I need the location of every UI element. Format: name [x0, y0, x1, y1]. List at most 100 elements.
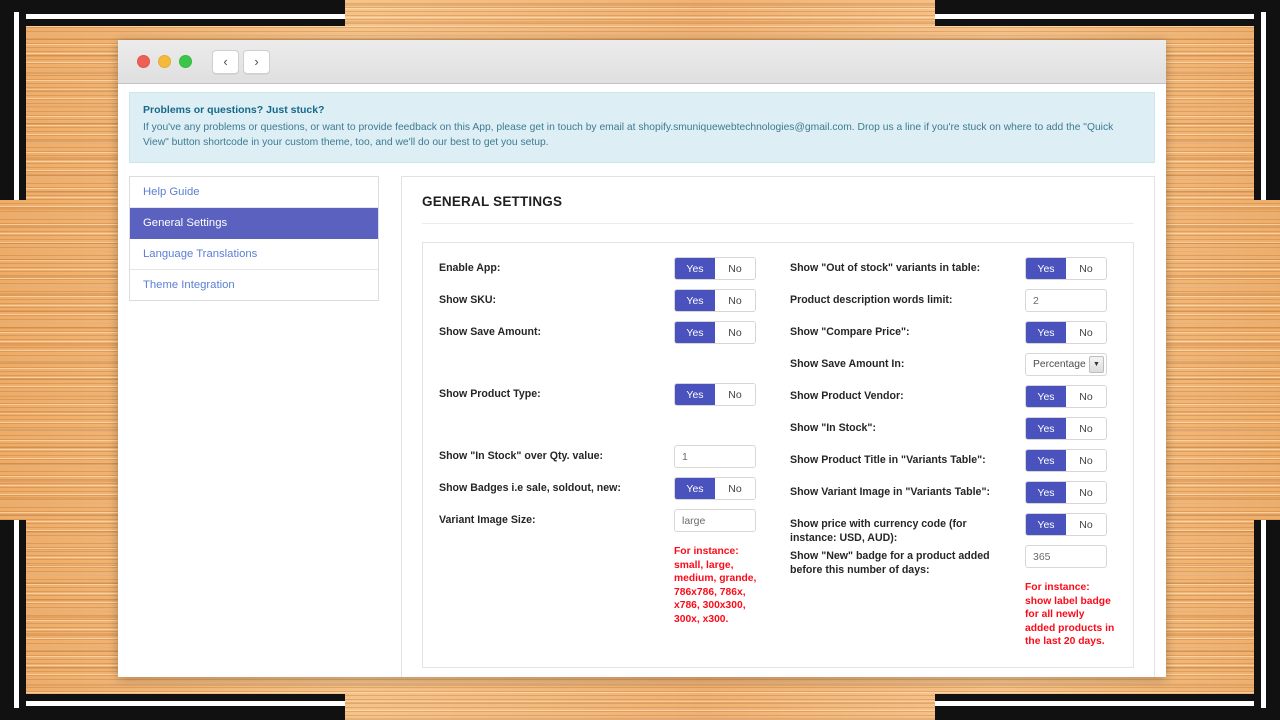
back-button[interactable]: ‹ — [212, 50, 239, 74]
setting-label: Show SKU: — [439, 289, 674, 307]
right-hint-wrap: For instance: show label badge for all n… — [790, 577, 1117, 649]
setting-label: Show "In Stock": — [790, 417, 1025, 435]
setting-control: YesNo — [1025, 321, 1117, 344]
setting-control: YesNo — [1025, 385, 1117, 408]
toggle-option-no[interactable]: No — [715, 322, 755, 343]
browser-titlebar: ‹ › + — [118, 40, 1166, 84]
setting-control: YesNo — [674, 257, 766, 280]
toggle-option-no[interactable]: No — [1066, 514, 1106, 535]
setting-row: Show Product Type:YesNo — [439, 383, 766, 415]
setting-control: YesNo — [674, 477, 766, 500]
toggle-yes-no[interactable]: YesNo — [1025, 385, 1107, 408]
setting-row: Enable App:YesNo — [439, 257, 766, 289]
toggle-yes-no[interactable]: YesNo — [1025, 257, 1107, 280]
navigation-buttons: ‹ › — [212, 50, 270, 74]
setting-label: Show "New" badge for a product added bef… — [790, 545, 1025, 577]
toggle-option-no[interactable]: No — [715, 384, 755, 405]
setting-row: Variant Image Size: — [439, 509, 766, 541]
content-columns: Help GuideGeneral Settings Language Trans… — [118, 163, 1166, 677]
setting-row: Show Save Amount In:Percentage▼ — [790, 353, 1117, 385]
setting-control: YesNo — [1025, 417, 1117, 440]
toggle-option-yes[interactable]: Yes — [1026, 482, 1066, 503]
toggle-yes-no[interactable]: YesNo — [1025, 321, 1107, 344]
toggle-yes-no[interactable]: YesNo — [674, 257, 756, 280]
setting-row: Show Product Vendor:YesNo — [790, 385, 1117, 417]
toggle-option-no[interactable]: No — [1066, 482, 1106, 503]
toggle-option-no[interactable]: No — [715, 258, 755, 279]
setting-control: YesNo — [1025, 257, 1117, 280]
row-spacer — [439, 353, 766, 383]
sidebar-item-help-guide[interactable]: Help Guide — [130, 177, 378, 208]
toggle-yes-no[interactable]: YesNo — [674, 289, 756, 312]
setting-control: YesNo — [674, 289, 766, 312]
minimize-window-icon[interactable] — [158, 55, 171, 68]
toggle-yes-no[interactable]: YesNo — [674, 477, 756, 500]
toggle-option-yes[interactable]: Yes — [1026, 322, 1066, 343]
setting-control — [1025, 289, 1117, 312]
setting-row: Show Badges i.e sale, soldout, new:YesNo — [439, 477, 766, 509]
toggle-yes-no[interactable]: YesNo — [1025, 513, 1107, 536]
chevron-down-icon[interactable]: ▼ — [1089, 356, 1104, 373]
setting-row: Show "Out of stock" variants in table:Ye… — [790, 257, 1117, 289]
toggle-option-no[interactable]: No — [1066, 322, 1106, 343]
settings-panel: GENERAL SETTINGS Enable App:YesNoShow SK… — [401, 176, 1155, 677]
setting-control — [1025, 545, 1117, 568]
page-title: GENERAL SETTINGS — [422, 194, 1134, 224]
toggle-yes-no[interactable]: YesNo — [674, 321, 756, 344]
browser-window: ‹ › + — [118, 40, 1166, 677]
select-dropdown[interactable]: Percentage▼ — [1025, 353, 1107, 376]
text-input[interactable] — [1025, 545, 1107, 568]
text-input[interactable] — [1025, 289, 1107, 312]
sidebar-item-language-translations[interactable]: Language Translations — [130, 239, 378, 270]
setting-label: Show "Out of stock" variants in table: — [790, 257, 1025, 275]
toggle-yes-no[interactable]: YesNo — [1025, 449, 1107, 472]
setting-label: Show Product Type: — [439, 383, 674, 401]
setting-label: Show "Compare Price": — [790, 321, 1025, 339]
toggle-option-yes[interactable]: Yes — [675, 384, 715, 405]
setting-control: YesNo — [1025, 449, 1117, 472]
toggle-option-yes[interactable]: Yes — [1026, 514, 1066, 535]
setting-label: Enable App: — [439, 257, 674, 275]
toggle-yes-no[interactable]: YesNo — [1025, 417, 1107, 440]
toggle-option-no[interactable]: No — [1066, 386, 1106, 407]
setting-label: Show price with currency code (for insta… — [790, 513, 1025, 545]
setting-row: Product description words limit: — [790, 289, 1117, 321]
setting-label: Show "In Stock" over Qty. value: — [439, 445, 674, 463]
sidebar-item-label: Theme Integration — [143, 279, 235, 291]
toggle-option-yes[interactable]: Yes — [675, 478, 715, 499]
toggle-yes-no[interactable]: YesNo — [674, 383, 756, 406]
setting-control — [674, 445, 766, 468]
toggle-option-yes[interactable]: Yes — [675, 258, 715, 279]
text-input[interactable] — [674, 445, 756, 468]
sidebar-item-general-settings[interactable]: General Settings — [130, 208, 378, 239]
select-value: Percentage — [1033, 359, 1086, 370]
toggle-option-no[interactable]: No — [715, 478, 755, 499]
settings-sidebar: Help GuideGeneral Settings Language Trans… — [129, 176, 379, 301]
page-content: Problems or questions? Just stuck? If yo… — [118, 84, 1166, 677]
variant-image-size-hint: For instance: small, large, medium, gran… — [674, 545, 766, 626]
toggle-option-yes[interactable]: Yes — [1026, 258, 1066, 279]
toggle-option-yes[interactable]: Yes — [675, 290, 715, 311]
toggle-option-no[interactable]: No — [1066, 450, 1106, 471]
toggle-option-no[interactable]: No — [1066, 258, 1106, 279]
toggle-option-no[interactable]: No — [715, 290, 755, 311]
setting-label: Product description words limit: — [790, 289, 1025, 307]
toggle-option-yes[interactable]: Yes — [1026, 386, 1066, 407]
setting-row: Show price with currency code (for insta… — [790, 513, 1117, 545]
toggle-option-yes[interactable]: Yes — [675, 322, 715, 343]
toggle-option-no[interactable]: No — [1066, 418, 1106, 439]
setting-control: Percentage▼ — [1025, 353, 1117, 376]
help-notice-banner: Problems or questions? Just stuck? If yo… — [129, 92, 1155, 163]
sidebar-item-theme-integration[interactable]: Theme Integration — [130, 270, 378, 300]
toggle-option-yes[interactable]: Yes — [1026, 418, 1066, 439]
sidebar-item-label: Language Translations — [143, 248, 257, 260]
forward-button[interactable]: › — [243, 50, 270, 74]
setting-label: Show Badges i.e sale, soldout, new: — [439, 477, 674, 495]
toggle-option-yes[interactable]: Yes — [1026, 450, 1066, 471]
settings-form: Enable App:YesNoShow SKU:YesNoShow Save … — [422, 242, 1134, 668]
setting-control: YesNo — [674, 321, 766, 344]
maximize-window-icon[interactable] — [179, 55, 192, 68]
close-window-icon[interactable] — [137, 55, 150, 68]
text-input[interactable] — [674, 509, 756, 532]
toggle-yes-no[interactable]: YesNo — [1025, 481, 1107, 504]
